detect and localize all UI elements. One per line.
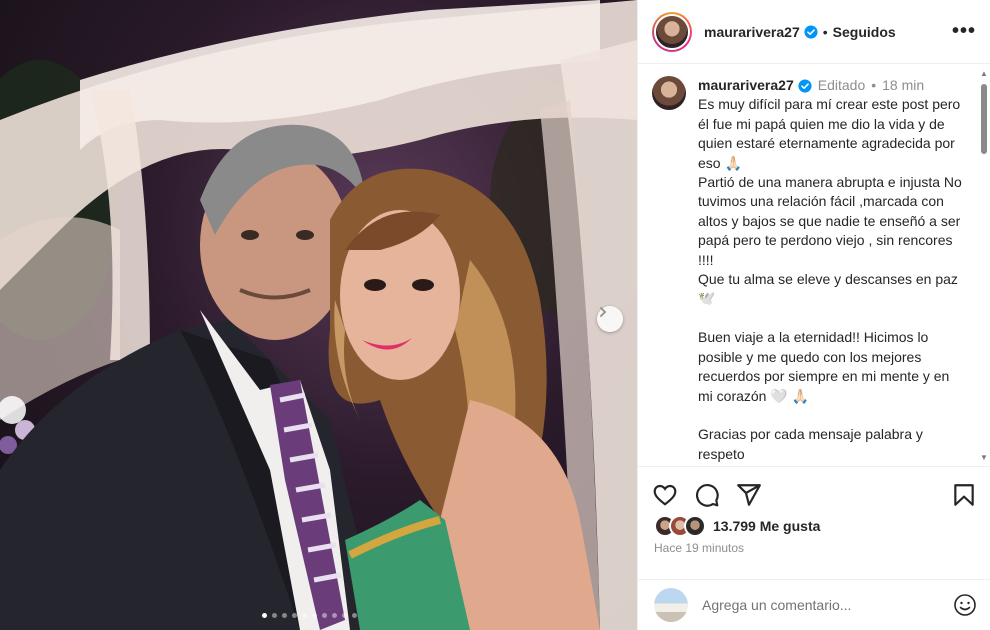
author-username[interactable]: maurarivera27 (704, 24, 800, 40)
post-header: maurarivera27 • Seguidos ••• (638, 0, 990, 64)
author-avatar[interactable] (652, 11, 692, 52)
edited-label: Editado (817, 77, 866, 93)
carousel-next-button[interactable] (597, 306, 623, 332)
scroll-down-arrow-icon[interactable]: ▼ (980, 454, 988, 462)
likes-count[interactable]: 13.799 Me gusta (713, 518, 820, 534)
carousel-dot (272, 613, 277, 618)
share-icon (737, 483, 761, 506)
post-photo[interactable] (0, 0, 637, 630)
like-button[interactable] (652, 482, 678, 508)
carousel-dot (312, 613, 317, 618)
scroll-thumb[interactable] (981, 84, 987, 154)
carousel-dot (352, 613, 357, 618)
carousel-dot (332, 613, 337, 618)
save-button[interactable] (951, 482, 977, 508)
more-horizontal-icon[interactable]: ••• (952, 20, 976, 43)
share-button[interactable] (736, 482, 762, 508)
caption-separator: • (871, 77, 877, 93)
post-timestamp[interactable]: Hace 19 minutos (654, 541, 744, 555)
comment-icon (696, 483, 719, 507)
caption-time[interactable]: 18 min (882, 76, 924, 95)
emoji-icon[interactable] (953, 593, 977, 617)
carousel-dots (262, 613, 357, 618)
carousel-dot (342, 613, 347, 618)
caption-avatar[interactable] (652, 76, 686, 110)
carousel-dot (322, 613, 327, 618)
comment-input[interactable] (702, 597, 932, 613)
header-separator: • (822, 23, 828, 40)
current-user-avatar (654, 588, 688, 622)
likes-summary[interactable]: 13.799 Me gusta (654, 515, 820, 537)
carousel-dot (302, 613, 307, 618)
chevron-right-icon (600, 307, 607, 317)
add-comment-bar (638, 579, 990, 630)
heart-icon (653, 484, 677, 506)
following-button[interactable]: Seguidos (833, 24, 896, 40)
verified-badge-icon (798, 79, 812, 93)
carousel-dot (262, 613, 267, 618)
comment-button[interactable] (694, 482, 720, 508)
carousel-dot (282, 613, 287, 618)
caption-text: Es muy difícil para mí crear este post p… (698, 96, 962, 462)
carousel-dot (292, 613, 297, 618)
liker-avatar (684, 515, 706, 537)
photo-illustration (0, 0, 637, 630)
verified-badge-icon (804, 24, 818, 39)
caption-username[interactable]: maurarivera27 (698, 76, 794, 95)
comments-scrollbar[interactable]: ▲ ▼ (980, 70, 988, 462)
caption: maurarivera27 Editado • 18 min Es muy di… (652, 76, 975, 464)
post-side-panel: maurarivera27 • Seguidos ••• maurarivera… (637, 0, 990, 630)
comments-section[interactable]: maurarivera27 Editado • 18 min Es muy di… (638, 64, 990, 466)
scroll-up-arrow-icon[interactable]: ▲ (980, 70, 988, 78)
action-bar (638, 466, 990, 522)
bookmark-icon (954, 483, 974, 506)
